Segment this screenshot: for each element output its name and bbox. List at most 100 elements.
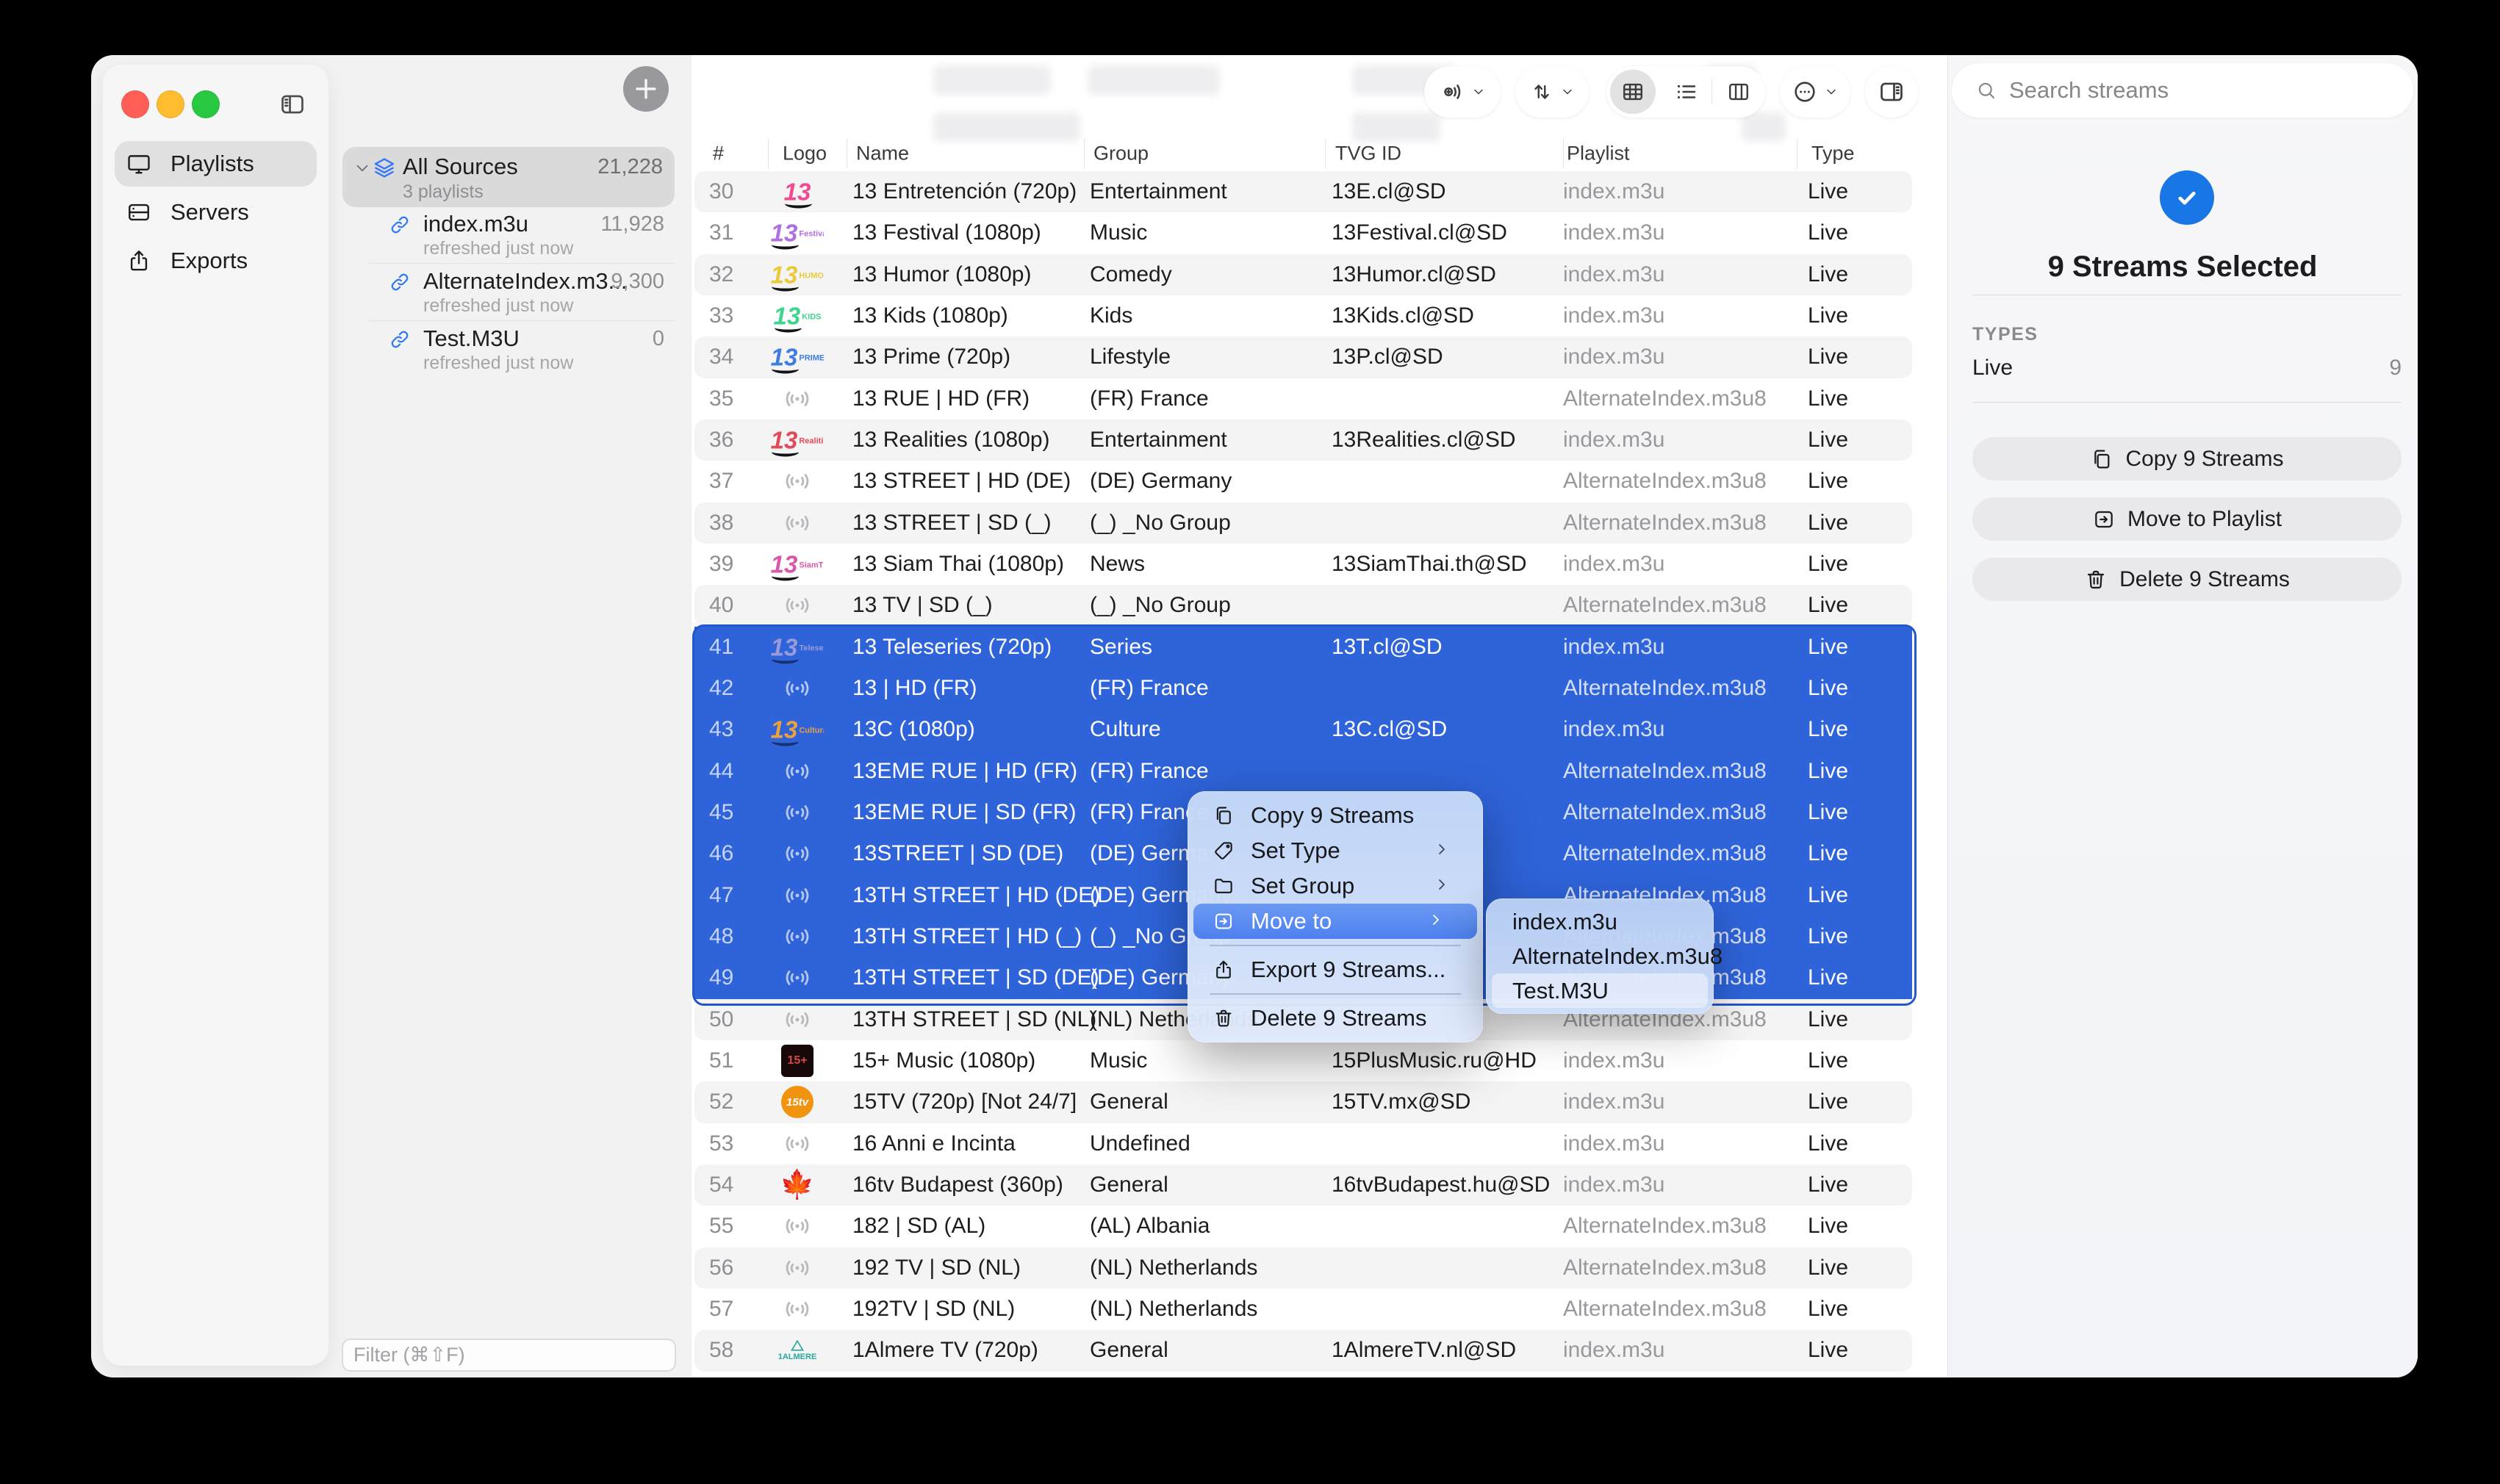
radio-placeholder-icon <box>783 1129 812 1159</box>
table-row[interactable]: 5316 Anni e IncintaUndefinedindex.m3uLiv… <box>694 1123 1912 1164</box>
table-row[interactable]: 5215tv15TV (720p) [Not 24/7]General15TV.… <box>694 1081 1912 1123</box>
menu-item-export-9-streams-[interactable]: Export 9 Streams... <box>1188 952 1483 987</box>
table-row[interactable]: 3913SiamThai13 Siam Thai (1080p)News13Si… <box>694 544 1912 585</box>
table-row[interactable]: 301313 Entretención (720p)Entertainment1… <box>694 171 1912 212</box>
menu-item-copy-9-streams[interactable]: Copy 9 Streams <box>1188 798 1483 833</box>
table-row[interactable]: 3813 STREET | SD (_)(_) _No GroupAlterna… <box>694 503 1912 544</box>
copy-9-streams-button[interactable]: Copy 9 Streams <box>1972 437 2402 480</box>
menu-item-set-type[interactable]: Set Type <box>1188 833 1483 868</box>
columns-view-icon <box>1726 79 1751 104</box>
column-header-playlist[interactable]: Playlist <box>1567 143 1630 165</box>
zoom-window-button[interactable] <box>192 90 220 118</box>
column-header-type[interactable]: Type <box>1811 143 1855 165</box>
sidebar-item-exports[interactable]: Exports <box>115 238 317 284</box>
search-input[interactable]: Search streams <box>1952 63 2413 118</box>
playlist-row[interactable]: Test.M3U0refreshed just now <box>342 320 675 378</box>
link-icon <box>388 270 412 294</box>
playlist-row[interactable]: index.m3u11,928refreshed just now <box>342 206 675 263</box>
broadcast-icon <box>1439 79 1465 105</box>
link-icon <box>388 213 412 237</box>
column-header-tvgid[interactable]: TVG ID <box>1335 143 1401 165</box>
channel-logo: 🍁 <box>780 1171 814 1199</box>
table-row[interactable]: 3513 RUE | HD (FR)(FR) FranceAlternateIn… <box>694 378 1912 419</box>
share-icon <box>1213 959 1235 981</box>
table-header: # Logo Name Group TVG ID Playlist Type <box>694 136 1912 171</box>
stream-type-menu-button[interactable] <box>1424 66 1501 118</box>
table-row[interactable]: 581ALMERE1Almere TV (720p)General1Almere… <box>694 1330 1912 1371</box>
table-row[interactable]: 5115+15+ Music (1080p)Music15PlusMusic.r… <box>694 1040 1912 1081</box>
move-icon <box>2092 508 2116 531</box>
more-options-button[interactable] <box>1780 66 1850 118</box>
channel-logo: 13Festival <box>771 221 825 245</box>
playlist-all-sources-row[interactable]: All Sources 21,228 3 playlists <box>342 147 675 207</box>
channel-logo: 15+ <box>781 1045 813 1077</box>
table-row[interactable]: 3113Festival13 Festival (1080p)Music13Fe… <box>694 212 1912 253</box>
filter-input[interactable]: Filter (⌘⇧F) <box>342 1339 676 1372</box>
all-sources-name: All Sources <box>403 154 518 180</box>
table-row[interactable]: 3713 STREET | HD (DE)(DE) GermanyAlterna… <box>694 461 1912 502</box>
sidebar-item-servers[interactable]: Servers <box>115 190 317 235</box>
add-playlist-button[interactable] <box>623 66 669 112</box>
playlist-list: index.m3u11,928refreshed just nowAlterna… <box>342 206 675 378</box>
menu-item-move-to[interactable]: Move to <box>1193 904 1477 939</box>
context-menu: Copy 9 StreamsSet TypeSet GroupMove to Ex… <box>1188 791 1483 1042</box>
view-list-button[interactable] <box>1659 66 1712 118</box>
view-columns-button[interactable] <box>1712 66 1765 118</box>
table-row[interactable]: 3213HUMOR13 Humor (1080p)Comedy13Humor.c… <box>694 254 1912 295</box>
chevron-right-icon <box>1427 911 1445 929</box>
table-row[interactable]: 4413EME RUE | HD (FR)(FR) FranceAlternat… <box>694 751 1912 792</box>
submenu-item-index-m3u[interactable]: index.m3u <box>1486 904 1714 939</box>
channel-logo: 13 <box>784 180 811 204</box>
search-icon <box>1975 79 1997 101</box>
copy-icon <box>2090 447 2113 471</box>
table-row[interactable]: 3413PRIME13 Prime (720p)Lifestyle13P.cl@… <box>694 336 1912 378</box>
sort-icon <box>1529 79 1554 104</box>
submenu-item-alternateindex-m3u8[interactable]: AlternateIndex.m3u8 <box>1486 939 1714 973</box>
trash-icon <box>1213 1007 1235 1029</box>
radio-placeholder-icon <box>783 508 812 538</box>
menu-item-set-group[interactable]: Set Group <box>1188 868 1483 904</box>
menu-item-delete-9-streams[interactable]: Delete 9 Streams <box>1188 1001 1483 1036</box>
radio-placeholder-icon <box>783 591 812 620</box>
table-row[interactable]: 54🍁16tv Budapest (360p)General16tvBudape… <box>694 1164 1912 1206</box>
export-icon <box>126 248 151 273</box>
table-row[interactable]: 3613Realities13 Realities (1080p)Enterta… <box>694 419 1912 461</box>
disclosure-chevron-icon[interactable] <box>353 159 372 178</box>
channel-logo: 13SiamThai <box>771 552 825 577</box>
column-header-name[interactable]: Name <box>856 143 909 165</box>
inspector-toggle-button[interactable] <box>1865 66 1918 118</box>
close-window-button[interactable] <box>121 90 149 118</box>
channel-logo: 13KIDS <box>774 304 822 328</box>
move-to-playlist-button[interactable]: Move to Playlist <box>1972 497 2402 541</box>
channel-logo: 15tv <box>781 1086 813 1118</box>
radio-placeholder-icon <box>783 839 812 868</box>
sort-menu-button[interactable] <box>1515 66 1589 118</box>
chevron-right-icon <box>1433 876 1451 893</box>
table-row[interactable]: 57192TV | SD (NL)(NL) NetherlandsAlterna… <box>694 1289 1912 1330</box>
server-icon <box>126 200 151 225</box>
view-table-button[interactable] <box>1606 66 1659 118</box>
column-header-logo[interactable]: Logo <box>783 143 827 165</box>
column-header-[interactable]: # <box>713 143 724 165</box>
list-view-icon <box>1673 79 1698 104</box>
table-row[interactable]: 55182 | SD (AL)(AL) AlbaniaAlternateInde… <box>694 1206 1912 1247</box>
table-row[interactable]: 56192 TV | SD (NL)(NL) NetherlandsAltern… <box>694 1247 1912 1289</box>
delete-9-streams-button[interactable]: Delete 9 Streams <box>1972 558 2402 601</box>
type-summary-row: Live9 <box>1972 352 2402 384</box>
radio-placeholder-icon <box>783 757 812 786</box>
table-row[interactable]: 3313KIDS13 Kids (1080p)Kids13Kids.cl@SDi… <box>694 295 1912 336</box>
table-row[interactable]: 4113Teleseries13 Teleseries (720p)Series… <box>694 627 1912 668</box>
filter-placeholder: Filter (⌘⇧F) <box>353 1344 465 1366</box>
table-row[interactable]: 4213 | HD (FR)(FR) FranceAlternateIndex.… <box>694 668 1912 709</box>
table-view-icon <box>1620 79 1645 104</box>
submenu-item-test-m3u[interactable]: Test.M3U <box>1492 973 1708 1008</box>
view-mode-segmented-control <box>1606 66 1765 118</box>
playlist-row[interactable]: AlternateIndex.m3...9,300refreshed just … <box>342 263 675 320</box>
sidebar-left-toggle-button[interactable] <box>279 90 306 118</box>
sidebar-item-playlists[interactable]: Playlists <box>115 141 317 187</box>
column-header-group[interactable]: Group <box>1093 143 1149 165</box>
table-row[interactable]: 4313Cultura13C (1080p)Culture13C.cl@SDin… <box>694 709 1912 750</box>
table-row[interactable]: 4013 TV | SD (_)(_) _No GroupAlternateIn… <box>694 585 1912 626</box>
trash-icon <box>2084 568 2108 591</box>
minimize-window-button[interactable] <box>157 90 184 118</box>
